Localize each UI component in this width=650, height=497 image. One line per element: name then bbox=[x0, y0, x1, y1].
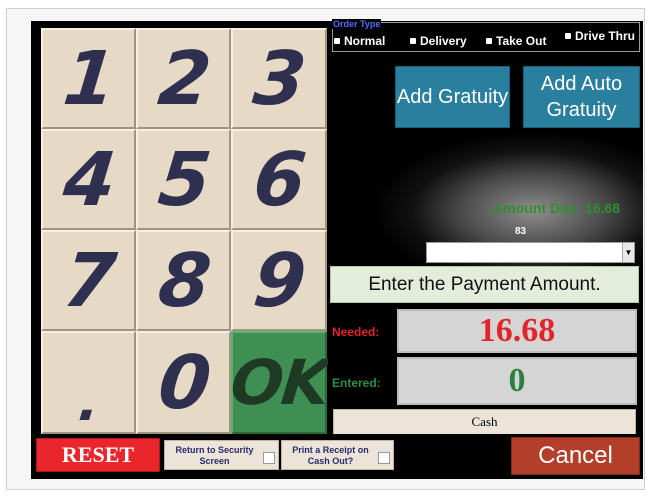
radio-icon bbox=[486, 38, 492, 44]
order-type-normal[interactable]: Normal bbox=[334, 34, 385, 48]
payment-method-cash[interactable]: Cash bbox=[333, 409, 636, 435]
add-gratuity-button[interactable]: Add Gratuity bbox=[395, 66, 510, 128]
key-1[interactable]: 1 bbox=[41, 28, 136, 129]
numeric-keypad: 1 2 3 4 5 6 7 8 9 . 0 OK bbox=[41, 28, 331, 434]
key-6-label: 6 bbox=[249, 136, 309, 223]
selector-number: 83 bbox=[515, 226, 527, 237]
key-6[interactable]: 6 bbox=[231, 129, 327, 230]
chevron-down-icon[interactable]: ▼ bbox=[622, 243, 634, 262]
key-9-label: 9 bbox=[249, 237, 309, 324]
order-type-delivery[interactable]: Delivery bbox=[410, 34, 467, 48]
key-2[interactable]: 2 bbox=[136, 28, 231, 129]
key-0-label: 0 bbox=[154, 339, 213, 426]
payment-selector-dropdown[interactable]: ▼ bbox=[426, 242, 635, 263]
key-8[interactable]: 8 bbox=[136, 230, 231, 331]
key-9[interactable]: 9 bbox=[231, 230, 327, 331]
print-receipt-option[interactable]: Print a Receipt on Cash Out? bbox=[281, 440, 394, 470]
reset-button[interactable]: RESET bbox=[36, 438, 160, 472]
radio-icon bbox=[565, 33, 571, 39]
radio-icon bbox=[410, 38, 416, 44]
radio-icon bbox=[334, 38, 340, 44]
key-5-label: 5 bbox=[154, 136, 213, 223]
order-type-delivery-label: Delivery bbox=[420, 34, 467, 48]
key-4[interactable]: 4 bbox=[41, 129, 136, 230]
key-4-label: 4 bbox=[59, 136, 118, 223]
order-type-drivethru[interactable]: Drive Thru bbox=[565, 25, 637, 47]
order-type-takeout[interactable]: Take Out bbox=[486, 34, 546, 48]
add-gratuity-label: Add Gratuity bbox=[396, 86, 509, 108]
entered-label: Entered: bbox=[332, 376, 381, 390]
add-auto-gratuity-label: Add Auto Gratuity bbox=[540, 73, 623, 121]
order-type-normal-label: Normal bbox=[344, 34, 386, 48]
ok-button-label: OK bbox=[226, 346, 332, 419]
key-5[interactable]: 5 bbox=[136, 129, 231, 230]
ok-button[interactable]: OK bbox=[227, 331, 331, 434]
cancel-button[interactable]: Cancel bbox=[511, 437, 640, 475]
key-7[interactable]: 7 bbox=[41, 230, 136, 331]
key-7-label: 7 bbox=[59, 237, 118, 324]
order-type-takeout-label: Take Out bbox=[496, 34, 547, 48]
key-8-label: 8 bbox=[154, 237, 213, 324]
key-3-label: 3 bbox=[249, 35, 309, 122]
needed-value: 16.68 bbox=[397, 309, 637, 353]
return-security-label: Return to Security Screen bbox=[175, 445, 254, 466]
return-security-checkbox[interactable] bbox=[263, 452, 275, 464]
key-0[interactable]: 0 bbox=[136, 331, 231, 434]
amount-due: Amount Due: 16.68 bbox=[493, 200, 620, 216]
payment-prompt: Enter the Payment Amount. bbox=[330, 266, 639, 303]
needed-label: Needed: bbox=[332, 325, 380, 339]
key-2-label: 2 bbox=[154, 35, 213, 122]
order-type-drivethru-label: Drive Thru bbox=[575, 28, 636, 43]
key-3[interactable]: 3 bbox=[231, 28, 327, 129]
return-security-option[interactable]: Return to Security Screen bbox=[164, 440, 279, 470]
key-decimal[interactable]: . bbox=[41, 331, 136, 434]
key-decimal-label: . bbox=[75, 370, 102, 433]
key-1-label: 1 bbox=[59, 35, 118, 122]
entered-value: 0 bbox=[397, 357, 637, 405]
order-type-title: Order Type bbox=[332, 19, 382, 29]
print-receipt-checkbox[interactable] bbox=[378, 452, 390, 464]
print-receipt-label: Print a Receipt on Cash Out? bbox=[292, 445, 369, 466]
add-auto-gratuity-button[interactable]: Add Auto Gratuity bbox=[523, 66, 640, 128]
